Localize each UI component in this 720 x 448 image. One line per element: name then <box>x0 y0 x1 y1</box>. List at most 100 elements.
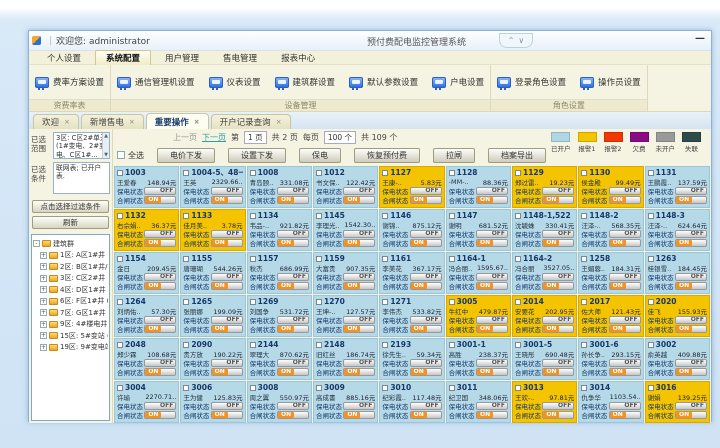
tree-node[interactable]: + 9区: 4#楼电井 (4#楼... <box>33 319 108 329</box>
keep-power-toggle-off[interactable]: OFF <box>609 402 641 410</box>
meter-card[interactable]: 1265 张丽娜 199.09元 保电状态 OFF 合闸状态 ON <box>180 295 245 337</box>
keep-power-toggle-off[interactable]: OFF <box>675 402 707 410</box>
card-checkbox[interactable] <box>449 256 455 262</box>
card-checkbox[interactable] <box>382 213 388 219</box>
switch-toggle-on[interactable]: ON <box>144 368 176 376</box>
tree-node[interactable]: + 19区: 9#变电站 (2#楼... <box>33 342 108 352</box>
switch-toggle-on[interactable]: ON <box>410 196 442 204</box>
switch-toggle-on[interactable]: ON <box>343 196 375 204</box>
meter-card[interactable]: 1148-3 汪泽-.. 624.64元 保电状态 OFF 合闸状态 ON <box>645 209 710 251</box>
keep-power-toggle-off[interactable]: OFF <box>609 187 641 195</box>
card-checkbox[interactable] <box>581 342 587 348</box>
per-page-input[interactable]: 100 个 <box>324 131 356 144</box>
card-checkbox[interactable] <box>581 256 587 262</box>
menu-tab[interactable]: 个人设置 <box>37 51 91 65</box>
card-checkbox[interactable] <box>117 213 123 219</box>
keep-power-toggle-off[interactable]: OFF <box>476 402 508 410</box>
switch-toggle-on[interactable]: ON <box>277 411 309 419</box>
card-checkbox[interactable] <box>316 256 322 262</box>
card-checkbox[interactable] <box>316 385 322 391</box>
tree-root[interactable]: - 建筑群 <box>33 239 108 249</box>
card-checkbox[interactable] <box>117 385 123 391</box>
collapse-icon[interactable]: - <box>33 240 40 247</box>
switch-toggle-on[interactable]: ON <box>675 368 707 376</box>
expand-icon[interactable]: + <box>40 344 47 351</box>
card-checkbox[interactable] <box>449 213 455 219</box>
menu-tab[interactable]: 用户管理 <box>155 51 209 65</box>
keep-power-toggle-off[interactable]: OFF <box>277 316 309 324</box>
expand-icon[interactable]: + <box>40 275 47 282</box>
ribbon-button[interactable]: 默认参数设置 <box>349 76 418 88</box>
expand-icon[interactable]: + <box>40 252 47 259</box>
keep-power-toggle-off[interactable]: OFF <box>277 273 309 281</box>
switch-toggle-on[interactable]: ON <box>542 411 574 419</box>
ribbon-button[interactable]: 户电设置 <box>432 76 484 88</box>
selected-condition-box[interactable]: 联网表; 已开户表. <box>53 162 110 194</box>
switch-toggle-on[interactable]: ON <box>609 325 641 333</box>
card-checkbox[interactable] <box>648 299 654 305</box>
card-checkbox[interactable] <box>316 299 322 305</box>
scroll-up-icon[interactable]: ▲ <box>104 133 108 139</box>
keep-power-toggle-off[interactable]: OFF <box>211 359 243 367</box>
meter-card[interactable]: 2048 郑少霖 108.68元 保电状态 OFF 合闸状态 ON <box>114 338 179 380</box>
card-checkbox[interactable] <box>250 299 256 305</box>
tree-node[interactable]: + 4区: D区1#井 (D区1... <box>33 285 108 295</box>
switch-toggle-on[interactable]: ON <box>542 368 574 376</box>
card-checkbox[interactable] <box>382 170 388 176</box>
toolbar-button[interactable]: 保电 <box>299 148 341 163</box>
tab-close-icon[interactable]: × <box>64 118 70 126</box>
keep-power-toggle-off[interactable]: OFF <box>410 402 442 410</box>
keep-power-toggle-off[interactable]: OFF <box>343 230 375 238</box>
meter-card[interactable]: 1271 李伟杰 533.82元 保电状态 OFF 合闸状态 ON <box>379 295 444 337</box>
switch-toggle-on[interactable]: ON <box>343 368 375 376</box>
keep-power-toggle-off[interactable]: OFF <box>476 230 508 238</box>
switch-toggle-on[interactable]: ON <box>144 411 176 419</box>
meter-card[interactable]: 1128 -MM-.. 88.36元 保电状态 OFF 合闸状态 ON <box>446 166 511 208</box>
meter-card[interactable]: 1148-1,522 沈毓蛛 330.41元 保电状态 OFF 合闸状态 ON <box>512 209 577 251</box>
switch-toggle-on[interactable]: ON <box>542 282 574 290</box>
card-checkbox[interactable] <box>515 385 521 391</box>
tab-close-icon[interactable]: × <box>276 118 282 126</box>
tree-node[interactable]: + 15区: 5#变站 (3#变电... <box>33 331 108 341</box>
meter-card[interactable]: 3016 谢娟 139.25元 保电状态 OFF 合闸状态 ON <box>645 381 710 423</box>
pin-icon[interactable]: ⌃ <box>508 36 515 45</box>
keep-power-toggle-off[interactable]: OFF <box>410 187 442 195</box>
switch-toggle-on[interactable]: ON <box>343 411 375 419</box>
card-checkbox[interactable] <box>183 256 189 262</box>
card-checkbox[interactable] <box>515 170 521 176</box>
content-tab[interactable]: 开户记录查询 × <box>211 114 291 129</box>
keep-power-toggle-off[interactable]: OFF <box>343 359 375 367</box>
card-checkbox[interactable] <box>250 342 256 348</box>
switch-toggle-on[interactable]: ON <box>542 196 574 204</box>
prev-page-link[interactable]: 上一页 <box>173 132 197 143</box>
keep-power-toggle-off[interactable]: OFF <box>343 187 375 195</box>
meter-card[interactable]: 1270 王坤-.. 127.57元 保电状态 OFF 合闸状态 ON <box>313 295 378 337</box>
switch-toggle-on[interactable]: ON <box>609 196 641 204</box>
menu-tab[interactable]: 售电管理 <box>213 51 267 65</box>
meter-card[interactable]: 1263 桂银雪.. 184.45元 保电状态 OFF 合闸状态 ON <box>645 252 710 294</box>
card-checkbox[interactable] <box>250 385 256 391</box>
meter-card[interactable]: 1134 韦品-.. 921.82元 保电状态 OFF 合闸状态 ON <box>247 209 312 251</box>
card-checkbox[interactable] <box>250 213 256 219</box>
meter-card[interactable]: 3008 周之翼 550.97元 保电状态 OFF 合闸状态 ON <box>247 381 312 423</box>
switch-toggle-on[interactable]: ON <box>609 239 641 247</box>
switch-toggle-on[interactable]: ON <box>410 411 442 419</box>
meter-card[interactable]: 2144 翠理大 870.62元 保电状态 OFF 合闸状态 ON <box>247 338 312 380</box>
keep-power-toggle-off[interactable]: OFF <box>277 402 309 410</box>
ribbon-button[interactable]: 操作员设置 <box>580 76 641 88</box>
ribbon-button[interactable]: 登录角色设置 <box>497 76 566 88</box>
toolbar-button[interactable]: 恢复预付费 <box>354 148 420 163</box>
meter-card[interactable]: 3002 俞英越 409.88元 保电状态 OFF 合闸状态 ON <box>645 338 710 380</box>
keep-power-toggle-off[interactable]: OFF <box>211 273 243 281</box>
card-checkbox[interactable] <box>515 342 521 348</box>
keep-power-toggle-off[interactable]: OFF <box>144 316 176 324</box>
switch-toggle-on[interactable]: ON <box>343 325 375 333</box>
card-checkbox[interactable] <box>449 170 455 176</box>
meter-card[interactable]: 2148 旧红丝 186.74元 保电状态 OFF 合闸状态 ON <box>313 338 378 380</box>
meter-card[interactable]: 1008 青岛颐.. 331.08元 保电状态 OFF 合闸状态 ON <box>247 166 312 208</box>
switch-toggle-on[interactable]: ON <box>675 196 707 204</box>
switch-toggle-on[interactable]: ON <box>542 239 574 247</box>
expand-icon[interactable]: + <box>40 321 47 328</box>
keep-power-toggle-off[interactable]: OFF <box>211 230 243 238</box>
toolbar-button[interactable]: 档案导出 <box>488 148 546 163</box>
